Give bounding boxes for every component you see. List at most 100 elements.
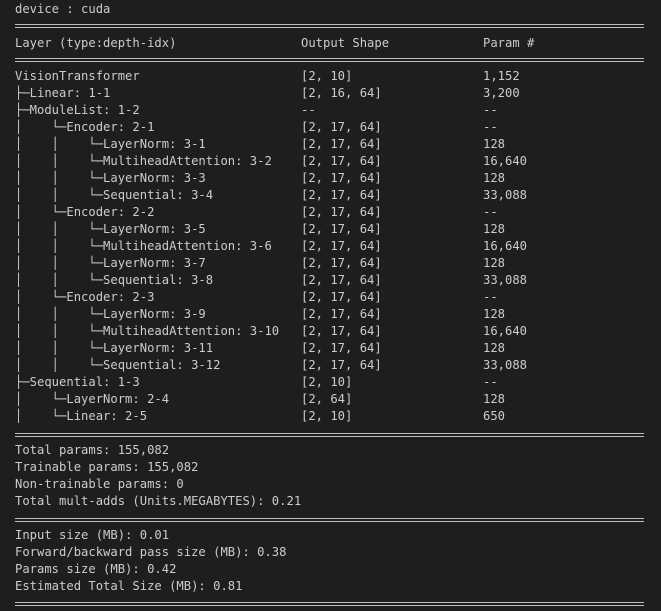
- param-count: 3,200: [483, 86, 520, 100]
- layer-name: │ └─Encoder: 2-3: [15, 290, 155, 304]
- trainable-params: Trainable params: 155,082: [15, 460, 199, 474]
- layer-name: │ │ └─MultiheadAttention: 3-6: [15, 239, 272, 253]
- params-size: Params size (MB): 0.42: [15, 562, 177, 576]
- param-count: --: [483, 290, 498, 304]
- double-rule-header: [15, 58, 644, 62]
- layer-name: │ │ └─LayerNorm: 3-11: [15, 341, 214, 355]
- double-rule-top: [15, 24, 644, 28]
- header-param: Param #: [483, 36, 535, 50]
- double-rule-sizes: [15, 518, 644, 522]
- double-rule-params: [15, 433, 644, 437]
- output-shape: [2, 17, 64]: [301, 137, 382, 151]
- output-shape: [2, 17, 64]: [301, 239, 382, 253]
- table-row: │ │ └─LayerNorm: 3-9 [2, 17, 64] 128: [0, 306, 661, 323]
- table-row: │ └─LayerNorm: 2-4 [2, 64] 128: [0, 391, 661, 408]
- layer-name: ├─ModuleList: 1-2: [15, 103, 140, 117]
- table-row: │ │ └─LayerNorm: 3-1 [2, 17, 64] 128: [0, 136, 661, 153]
- table-row: │ │ └─LayerNorm: 3-7 [2, 17, 64] 128: [0, 255, 661, 272]
- output-shape: [2, 17, 64]: [301, 188, 382, 202]
- param-count: 16,640: [483, 154, 528, 168]
- layer-name: │ │ └─LayerNorm: 3-9: [15, 307, 206, 321]
- device-line: device : cuda: [15, 2, 111, 16]
- output-shape: [2, 17, 64]: [301, 222, 382, 236]
- param-count: --: [483, 375, 498, 389]
- layer-name: │ │ └─LayerNorm: 3-7: [15, 256, 206, 270]
- output-shape: [2, 17, 64]: [301, 205, 382, 219]
- output-shape: [2, 17, 64]: [301, 324, 382, 338]
- layer-name: │ └─Encoder: 2-2: [15, 205, 155, 219]
- header-output-shape: Output Shape: [301, 36, 390, 50]
- output-shape: [2, 17, 64]: [301, 341, 382, 355]
- table-row: ├─Linear: 1-1 [2, 16, 64] 3,200: [0, 85, 661, 102]
- output-shape: [2, 17, 64]: [301, 120, 382, 134]
- output-shape: --: [301, 103, 316, 117]
- param-count: 128: [483, 222, 506, 236]
- double-rule-bottom: [15, 602, 644, 606]
- param-count: 128: [483, 256, 506, 270]
- param-count: 33,088: [483, 188, 528, 202]
- layer-name: │ │ └─MultiheadAttention: 3-10: [15, 324, 280, 338]
- output-shape: [2, 17, 64]: [301, 256, 382, 270]
- layer-name: │ └─LayerNorm: 2-4: [15, 392, 170, 406]
- param-count: --: [483, 103, 498, 117]
- output-shape: [2, 17, 64]: [301, 273, 382, 287]
- table-row: │ └─Encoder: 2-3 [2, 17, 64] --: [0, 289, 661, 306]
- layer-name: │ │ └─LayerNorm: 3-3: [15, 171, 206, 185]
- table-row: │ │ └─LayerNorm: 3-3 [2, 17, 64] 128: [0, 170, 661, 187]
- layer-name: VisionTransformer: [15, 69, 140, 83]
- param-count: 128: [483, 137, 506, 151]
- layer-name: │ │ └─LayerNorm: 3-1: [15, 137, 206, 151]
- param-count: 128: [483, 341, 506, 355]
- header-layer: Layer (type:depth-idx): [15, 36, 177, 50]
- table-row: │ │ └─MultiheadAttention: 3-6 [2, 17, 64]…: [0, 238, 661, 255]
- param-count: 33,088: [483, 358, 528, 372]
- table-row: │ └─Linear: 2-5 [2, 10] 650: [0, 408, 661, 425]
- table-row: │ └─Encoder: 2-2 [2, 17, 64] --: [0, 204, 661, 221]
- output-shape: [2, 17, 64]: [301, 171, 382, 185]
- table-row: │ │ └─LayerNorm: 3-11 [2, 17, 64] 128: [0, 340, 661, 357]
- layer-name: │ │ └─Sequential: 3-8: [15, 273, 214, 287]
- table-row: │ │ └─Sequential: 3-12 [2, 17, 64] 33,088: [0, 357, 661, 374]
- output-shape: [2, 17, 64]: [301, 307, 382, 321]
- output-shape: [2, 16, 64]: [301, 86, 382, 100]
- param-count: 650: [483, 409, 506, 423]
- output-shape: [2, 10]: [301, 409, 353, 423]
- non-trainable-params: Non-trainable params: 0: [15, 477, 184, 491]
- input-size: Input size (MB): 0.01: [15, 528, 170, 542]
- forward-backward-size: Forward/backward pass size (MB): 0.38: [15, 545, 287, 559]
- terminal-output: device : cuda Layer (type:depth-idx) Out…: [0, 0, 661, 611]
- total-mult-adds: Total mult-adds (Units.MEGABYTES): 0.21: [15, 494, 302, 508]
- layer-name: │ │ └─MultiheadAttention: 3-2: [15, 154, 272, 168]
- param-count: 33,088: [483, 273, 528, 287]
- estimated-total-size: Estimated Total Size (MB): 0.81: [15, 579, 243, 593]
- table-row: ├─ModuleList: 1-2 -- --: [0, 102, 661, 119]
- table-row: │ │ └─Sequential: 3-4 [2, 17, 64] 33,088: [0, 187, 661, 204]
- output-shape: [2, 64]: [301, 392, 353, 406]
- param-count: 128: [483, 392, 506, 406]
- param-count: 128: [483, 307, 506, 321]
- layer-name: │ │ └─Sequential: 3-12: [15, 358, 221, 372]
- table-row: │ │ └─MultiheadAttention: 3-2 [2, 17, 64]…: [0, 153, 661, 170]
- layer-name: │ └─Encoder: 2-1: [15, 120, 155, 134]
- param-count: 16,640: [483, 324, 528, 338]
- table-row: │ └─Encoder: 2-1 [2, 17, 64] --: [0, 119, 661, 136]
- output-shape: [2, 17, 64]: [301, 154, 382, 168]
- param-count: --: [483, 120, 498, 134]
- table-row: │ │ └─MultiheadAttention: 3-10 [2, 17, 64…: [0, 323, 661, 340]
- output-shape: [2, 17, 64]: [301, 358, 382, 372]
- table-row: │ │ └─Sequential: 3-8 [2, 17, 64] 33,088: [0, 272, 661, 289]
- layer-name: │ └─Linear: 2-5: [15, 409, 148, 423]
- output-shape: [2, 17, 64]: [301, 290, 382, 304]
- layer-name: ├─Linear: 1-1: [15, 86, 111, 100]
- table-row: │ │ └─LayerNorm: 3-5 [2, 17, 64] 128: [0, 221, 661, 238]
- table-row: ├─Sequential: 1-3 [2, 10] --: [0, 374, 661, 391]
- param-count: 1,152: [483, 69, 520, 83]
- table-row: VisionTransformer [2, 10] 1,152: [0, 68, 661, 85]
- layer-name: ├─Sequential: 1-3: [15, 375, 140, 389]
- total-params: Total params: 155,082: [15, 443, 170, 457]
- output-shape: [2, 10]: [301, 69, 353, 83]
- layer-name: │ │ └─Sequential: 3-4: [15, 188, 214, 202]
- layer-name: │ │ └─LayerNorm: 3-5: [15, 222, 206, 236]
- param-count: --: [483, 205, 498, 219]
- param-count: 16,640: [483, 239, 528, 253]
